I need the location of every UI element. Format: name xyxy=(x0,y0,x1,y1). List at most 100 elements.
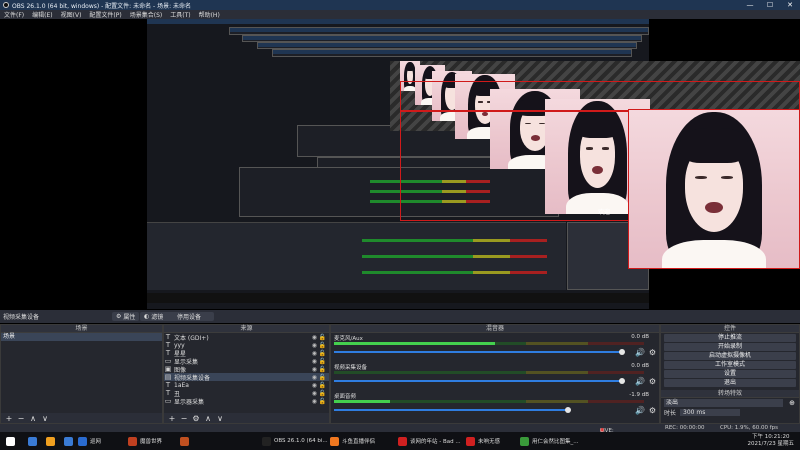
settings-button[interactable]: 设置 xyxy=(664,370,796,378)
volume-knob[interactable] xyxy=(619,349,625,355)
speaker-icon[interactable]: 🔊 xyxy=(635,406,645,415)
remove-source-button[interactable]: − xyxy=(180,414,188,423)
text-icon: T xyxy=(165,389,171,397)
deactivate-button[interactable]: 停用设备 xyxy=(164,312,214,321)
eye-icon[interactable]: ◉ xyxy=(312,366,317,373)
volume-slider[interactable] xyxy=(334,351,622,353)
add-scene-button[interactable]: + xyxy=(5,414,13,423)
gear-icon: ⚙ xyxy=(116,313,122,320)
app-icon xyxy=(128,436,137,446)
transition-select[interactable]: 淡出 ⊕ xyxy=(664,399,795,407)
lock-icon[interactable]: 🔓 xyxy=(319,366,326,373)
lock-icon[interactable]: 🔓 xyxy=(319,350,326,357)
taskbar-app[interactable]: 巡网 xyxy=(78,434,101,448)
eye-icon[interactable]: ◉ xyxy=(312,374,317,381)
selection-frame-main xyxy=(628,109,800,269)
menu-help[interactable]: 帮助(H) xyxy=(199,10,220,19)
source-item-selected[interactable]: ▤ 视频采集设备 ◉ 🔓 xyxy=(164,373,329,382)
recursion-layer xyxy=(242,35,642,42)
speaker-icon[interactable]: 🔊 xyxy=(635,377,645,386)
filters-label: 滤镜 xyxy=(151,314,164,321)
taskbar-app[interactable]: 未响无感 xyxy=(466,434,500,448)
add-source-button[interactable]: + xyxy=(168,414,176,423)
taskbar-app-label: 未响无感 xyxy=(478,439,501,445)
taskbar-app-label: 谈网的年站 - Bad ... xyxy=(410,439,461,445)
gear-icon[interactable]: ⚙ xyxy=(649,348,656,357)
lock-icon[interactable]: 🔓 xyxy=(319,398,326,405)
duration-input[interactable]: 300 ms xyxy=(680,408,741,416)
source-properties-button[interactable]: ⚙ xyxy=(192,414,200,423)
taskbar-app[interactable] xyxy=(46,434,58,448)
lock-icon[interactable]: 🔓 xyxy=(319,342,326,349)
eye-icon[interactable]: ◉ xyxy=(312,350,317,357)
taskbar-app[interactable] xyxy=(180,434,192,448)
properties-button[interactable]: ⚙ 属性 xyxy=(112,312,140,321)
scene-item[interactable]: 场景 xyxy=(1,333,162,341)
start-recording-button[interactable]: 开始录制 xyxy=(664,343,796,351)
menu-view[interactable]: 视图(V) xyxy=(61,10,82,19)
menu-file[interactable]: 文件(F) xyxy=(4,10,24,19)
minimize-button[interactable]: — xyxy=(740,0,760,10)
volume-knob[interactable] xyxy=(565,407,571,413)
close-button[interactable]: ✕ xyxy=(780,0,800,10)
mixer-panel: 混音器 麦克风/Aux 0.0 dB 🔊 ⚙ 视频采集设备 0.0 dB 🔊 ⚙… xyxy=(330,324,660,424)
eye-icon[interactable]: ◉ xyxy=(312,334,317,341)
channel-db: 0.0 dB xyxy=(631,334,649,340)
eye-icon[interactable]: ◉ xyxy=(312,342,317,349)
lock-icon[interactable]: 🔓 xyxy=(319,374,326,381)
taskbar-app[interactable]: 用仁会然比图集_... xyxy=(520,434,579,448)
gear-icon[interactable]: ⚙ xyxy=(649,406,656,415)
preview-canvas[interactable]: 欢迎 xyxy=(0,19,800,310)
lock-icon[interactable]: 🔓 xyxy=(319,382,326,389)
taskbar-app[interactable] xyxy=(28,434,40,448)
taskbar-clock[interactable]: 下午 10:21:20 2021/7/23 星期五 xyxy=(748,434,794,448)
channel-db: 0.0 dB xyxy=(631,363,649,369)
lock-icon[interactable]: 🔓 xyxy=(319,334,326,341)
menu-scene-collection[interactable]: 场景集合(S) xyxy=(130,10,163,19)
eye-icon[interactable]: ◉ xyxy=(312,358,317,365)
nested-panels xyxy=(147,222,566,290)
source-item[interactable]: Tyyy ◉ 🔓 xyxy=(164,341,329,349)
speaker-icon[interactable]: 🔊 xyxy=(635,348,645,357)
taskbar-app[interactable]: 斗鱼直播伴侣 xyxy=(330,434,375,448)
source-item[interactable]: T 文本 (GDI+) ◉ 🔓 xyxy=(164,333,329,342)
studio-mode-button[interactable]: 工作室模式 xyxy=(664,361,796,369)
taskbar-app[interactable]: 魔兽世界 xyxy=(128,434,162,448)
source-item[interactable]: ▭ 显示采集 ◉ 🔓 xyxy=(164,357,329,366)
lock-icon[interactable]: 🔓 xyxy=(319,358,326,365)
move-scene-up-button[interactable]: ∧ xyxy=(29,414,37,423)
gear-icon[interactable]: ⚙ xyxy=(649,377,656,386)
eye-icon[interactable]: ◉ xyxy=(312,398,317,405)
move-source-up-button[interactable]: ∧ xyxy=(204,414,212,423)
menu-edit[interactable]: 编辑(E) xyxy=(32,10,52,19)
remove-scene-button[interactable]: − xyxy=(17,414,25,423)
add-transition-icon[interactable]: ⊕ xyxy=(789,399,795,407)
source-item[interactable]: T 1aEa ◉ 🔓 xyxy=(164,381,329,389)
taskbar-app[interactable]: OBS 26.1.0 (64 bi... xyxy=(262,434,328,448)
channel-name: 视频采集设备 xyxy=(334,365,368,371)
scenes-header: 场景 xyxy=(1,325,162,333)
eye-icon[interactable]: ◉ xyxy=(312,390,317,397)
move-scene-down-button[interactable]: ∨ xyxy=(41,414,49,423)
window-titlebar: OBS 26.1.0 (64 bit, windows) - 配置文件: 未命名… xyxy=(0,0,800,10)
taskbar-app[interactable]: 谈网的年站 - Bad ... xyxy=(398,434,461,448)
selected-source-name: 视频采集设备 xyxy=(3,314,40,321)
app-icon xyxy=(6,436,15,446)
exit-button[interactable]: 退出 xyxy=(664,379,796,387)
source-item[interactable]: ▭ 显示器采集 ◉ 🔓 xyxy=(164,397,329,406)
menu-profile[interactable]: 配置文件(P) xyxy=(89,10,121,19)
virtual-camera-button[interactable]: 启动虚拟摄像机 xyxy=(664,352,796,360)
volume-slider[interactable] xyxy=(334,409,568,411)
source-label: 显示器采集 xyxy=(174,398,205,406)
eye-icon[interactable]: ◉ xyxy=(312,382,317,389)
menu-tools[interactable]: 工具(T) xyxy=(170,10,190,19)
stop-streaming-button[interactable]: 停止推流 xyxy=(664,334,796,342)
source-label: yyy xyxy=(174,341,185,349)
volume-knob[interactable] xyxy=(619,378,625,384)
maximize-button[interactable]: ☐ xyxy=(760,0,780,10)
volume-slider[interactable] xyxy=(334,380,622,382)
move-source-down-button[interactable]: ∨ xyxy=(216,414,224,423)
taskbar-app[interactable] xyxy=(64,434,76,448)
taskbar-app[interactable] xyxy=(6,434,18,448)
lock-icon[interactable]: 🔓 xyxy=(319,390,326,397)
